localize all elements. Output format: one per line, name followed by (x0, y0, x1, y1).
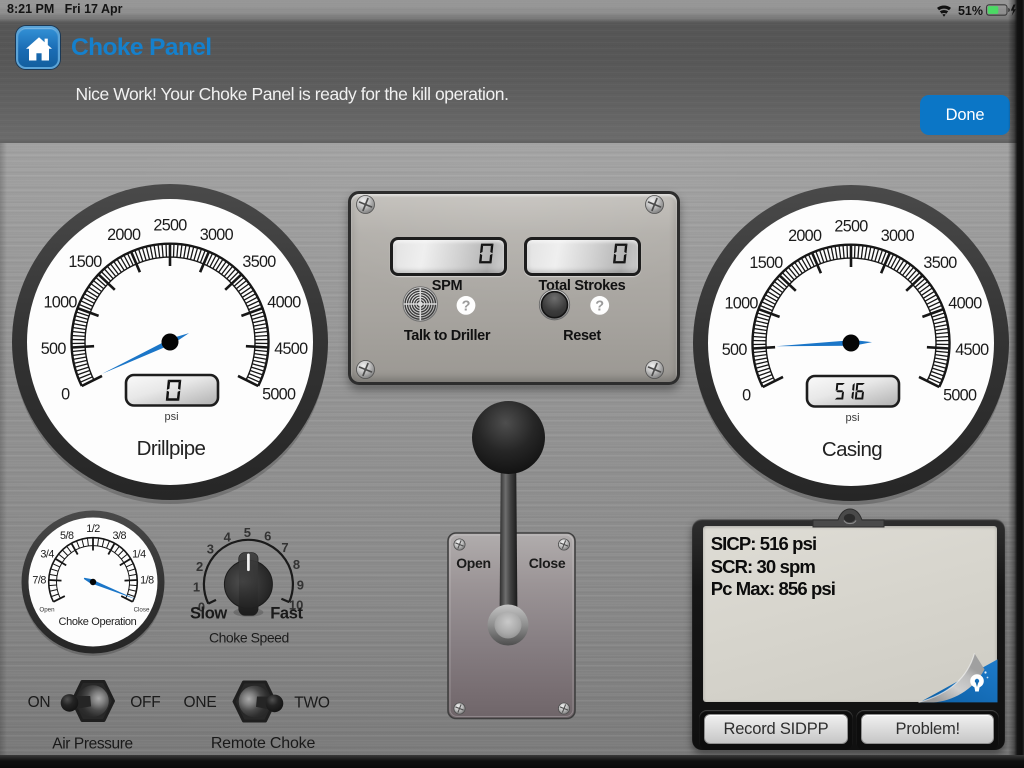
svg-text:7: 7 (281, 540, 288, 555)
svg-text:Remote Choke: Remote Choke (211, 735, 316, 752)
svg-text:3/4: 3/4 (40, 549, 54, 561)
svg-text:3000: 3000 (881, 227, 915, 245)
svg-text:9: 9 (297, 577, 304, 592)
svg-text:Air Pressure: Air Pressure (52, 736, 132, 753)
svg-text:OFF: OFF (130, 694, 160, 711)
svg-text:1500: 1500 (749, 254, 783, 272)
svg-text:3500: 3500 (242, 253, 276, 271)
svg-text:Close: Close (529, 555, 566, 571)
svg-text:4500: 4500 (955, 341, 989, 359)
svg-text:2: 2 (196, 559, 203, 574)
svg-text:7/8: 7/8 (32, 575, 46, 587)
svg-text:5/8: 5/8 (60, 530, 74, 542)
svg-text:5000: 5000 (262, 386, 296, 404)
svg-text:1000: 1000 (724, 294, 758, 312)
svg-text:3000: 3000 (200, 226, 234, 244)
svg-text:1500: 1500 (68, 253, 102, 271)
svg-text:Fast: Fast (270, 604, 303, 622)
svg-text:ON: ON (28, 694, 51, 711)
svg-text:3/8: 3/8 (113, 530, 127, 542)
svg-text:?: ? (462, 298, 471, 314)
svg-text:1/8: 1/8 (140, 575, 154, 587)
svg-text:3: 3 (207, 541, 214, 556)
svg-text:5000: 5000 (943, 387, 977, 405)
svg-text:2000: 2000 (788, 227, 822, 245)
svg-text:0: 0 (742, 387, 751, 405)
svg-text:0: 0 (61, 386, 70, 404)
svg-text:Open: Open (39, 607, 55, 614)
svg-text:Drillpipe: Drillpipe (137, 437, 206, 460)
svg-text:psi: psi (845, 412, 859, 424)
svg-text:4000: 4000 (267, 293, 301, 311)
svg-text:8: 8 (293, 557, 300, 572)
svg-text:3500: 3500 (923, 254, 957, 272)
svg-text:Choke Speed: Choke Speed (209, 629, 289, 645)
svg-text:4500: 4500 (274, 340, 308, 358)
svg-text:500: 500 (41, 340, 67, 358)
svg-text:2500: 2500 (153, 217, 187, 235)
svg-text:Casing: Casing (822, 438, 882, 461)
svg-text:4: 4 (224, 529, 232, 544)
svg-text:6: 6 (264, 529, 271, 544)
svg-text:500: 500 (722, 341, 748, 359)
svg-text:ONE: ONE (184, 694, 217, 711)
svg-text:Slow: Slow (190, 604, 227, 622)
svg-text:1/2: 1/2 (86, 523, 100, 535)
svg-text:1000: 1000 (43, 293, 77, 311)
svg-text:?: ? (595, 298, 604, 314)
svg-text:4000: 4000 (948, 294, 982, 312)
svg-text:1/4: 1/4 (132, 549, 146, 561)
svg-text:2000: 2000 (107, 226, 141, 244)
svg-text:5: 5 (244, 525, 251, 540)
svg-text:1: 1 (193, 579, 200, 594)
svg-text:51%: 51% (958, 4, 983, 18)
svg-text:Open: Open (456, 555, 491, 571)
svg-text:TWO: TWO (294, 695, 330, 712)
svg-text:2500: 2500 (834, 218, 868, 236)
svg-text:Close: Close (134, 607, 150, 614)
svg-text:Choke Operation: Choke Operation (59, 616, 137, 628)
svg-text:psi: psi (164, 411, 178, 423)
